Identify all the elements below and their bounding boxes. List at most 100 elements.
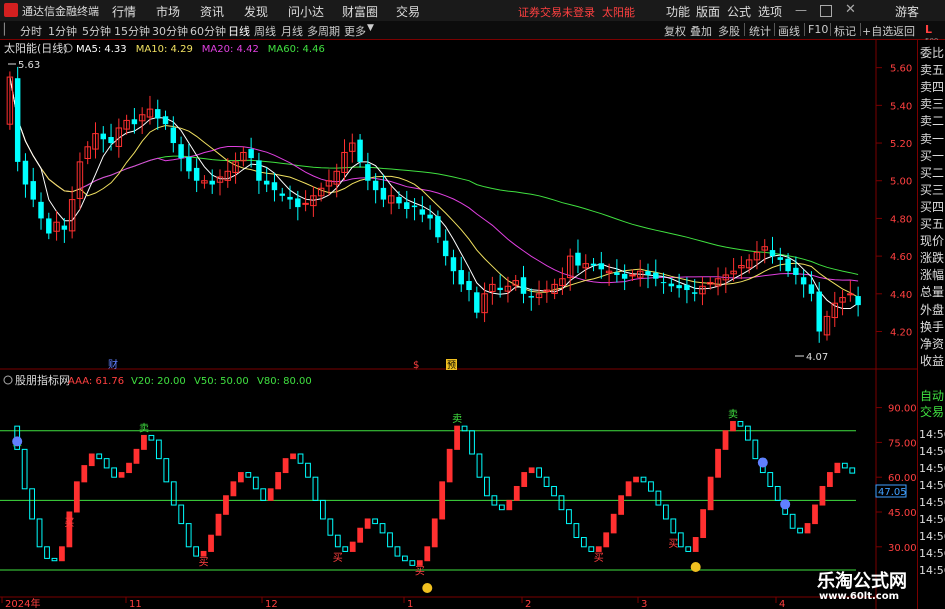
btn-huaxian[interactable]: 画线 [778,23,800,39]
tab-weekly[interactable]: 周线 [254,23,276,39]
indicator-bar [700,509,707,539]
menu-shichang[interactable]: 市场 [156,3,180,20]
indicator-bar [133,448,140,464]
quote-field-label: 现价 [920,234,945,249]
price-tick-label: 4.40 [890,290,912,301]
date-tick-label: 2 [525,599,531,609]
candle-body [575,252,581,266]
sad-face-icon [12,436,23,447]
btn-add-watchlist[interactable]: +自选 [862,23,893,39]
marker-forecast-label: 预 [447,360,456,370]
tab-5min[interactable]: 5分钟 [82,23,111,39]
candle-body [263,180,270,185]
indicator-legend: 股朋指标网AAA: 61.76 V20: 20.00 V50: 50.00 V80: … [3,373,312,387]
indicator-bar [722,430,729,450]
candle-body [442,240,449,257]
quote-field-label: 收益 [920,353,945,368]
candle-body [769,250,776,257]
indicator-bar [513,485,520,501]
menu-jiaoyi[interactable]: 交易 [396,3,420,20]
date-tick-label: 11 [129,599,142,609]
menu-faxian[interactable]: 发现 [244,3,268,20]
candle-body [38,201,44,219]
candle-body [248,149,254,159]
date-tick-label: 1 [407,599,413,609]
btn-diejia[interactable]: 叠加 [690,23,712,39]
indicator-legend-item: V20: 20.00 [131,376,186,387]
candle-body [279,193,285,196]
watermark-url: www.60lt.com [819,591,900,602]
quote-field-label: 净资 [920,336,945,351]
marker-finance-icon[interactable]: 财 [108,358,118,370]
close-icon[interactable]: ✕ [845,2,856,17]
tab-multi-period[interactable]: 多周期 [307,23,340,39]
candle-body [629,274,636,277]
candle-body [14,78,21,162]
candle-body [450,257,457,272]
tab-daily[interactable]: 日线 [228,23,250,39]
menu-xuanxiang[interactable]: 选项 [758,3,782,20]
sad-face-icon [757,457,768,468]
quote-field-label: 卖五 [920,63,945,78]
candle-body [800,277,807,285]
tab-30min[interactable]: 30分钟 [152,23,188,39]
trade-time-label: 14:56 [919,496,945,509]
quote-field-label: 买四 [920,199,945,214]
btn-tongji[interactable]: 统计 [749,23,771,39]
price-tick-label: 5.60 [890,64,912,75]
tab-15min[interactable]: 15分钟 [114,23,150,39]
app-title: 通达信金融终端 [22,5,99,18]
btn-back[interactable]: 返回 [893,23,915,39]
tab-60min[interactable]: 60分钟 [190,23,226,39]
btn-fuquan[interactable]: 复权 [664,23,686,39]
menu-banmian[interactable]: 版面 [696,3,720,20]
candle-body [435,216,441,238]
marker-dividend-icon[interactable]: $ [413,360,419,370]
auto-trade-label[interactable]: 自动 [920,387,944,404]
tab-monthly[interactable]: 月线 [281,23,303,39]
indicator-tick-label: 30.00 [888,543,917,554]
guest-label[interactable]: 游客 [895,3,919,20]
candle-body [186,156,192,172]
indicator-bar [118,472,125,478]
menu-hangqing[interactable]: 行情 [112,3,136,20]
btn-f10[interactable]: F10 [808,23,828,36]
tab-fenshi[interactable]: 分时 [20,23,42,39]
indicator-chart[interactable]: 90.0075.0060.0045.0030.00 卖卖卖卖买买买买买买 股朋指… [0,370,917,609]
menu-wenxiaoda[interactable]: 问小达 [288,3,324,20]
indicator-bar [506,499,513,511]
date-tick-label: 2024年 [5,597,40,609]
toolbar-divider [774,23,775,36]
auto-trade-label[interactable]: 交易 [920,403,944,420]
indicator-bar [215,513,222,536]
price-tick-label: 4.60 [890,252,912,263]
candle-body [621,273,628,279]
indicator-bar [454,425,460,450]
btn-duogu[interactable]: 多股 [718,23,740,39]
candle-body [30,181,36,200]
menu-gongshi[interactable]: 公式 [727,3,751,20]
menu-zixun[interactable]: 资讯 [200,3,224,20]
ma-legend-item: MA5: 4.33 [76,44,127,55]
trade-time-label: 14:56 [919,462,945,475]
watermark-title: 乐淘公式网 [817,571,907,592]
indicator-bar [223,495,229,515]
indicator-legend-item: V50: 50.00 [194,376,249,387]
tab-1min[interactable]: 1分钟 [48,23,77,39]
more-dropdown-icon[interactable]: ▼ [367,23,374,33]
candle-body [46,218,52,234]
tab-more[interactable]: 更多 [344,23,366,39]
menu-caifuquan[interactable]: 财富圈 [342,3,378,20]
minimize-icon[interactable]: — [795,3,807,17]
indicator-bar [715,448,721,478]
candle-body [427,214,433,219]
btn-biaoji[interactable]: 标记 [834,23,856,39]
candle-body [691,292,698,294]
sad-face-icon [780,499,791,510]
menu-gongneng[interactable]: 功能 [666,3,690,20]
kline-chart[interactable]: 5.60 5.40 5.20 5.00 4.80 4.60 4.40 4.20 MA5: 4.… [0,40,917,370]
app-logo-icon [4,3,18,17]
candle-body [404,202,410,209]
candle-body [590,263,597,266]
maximize-icon[interactable] [820,5,832,17]
